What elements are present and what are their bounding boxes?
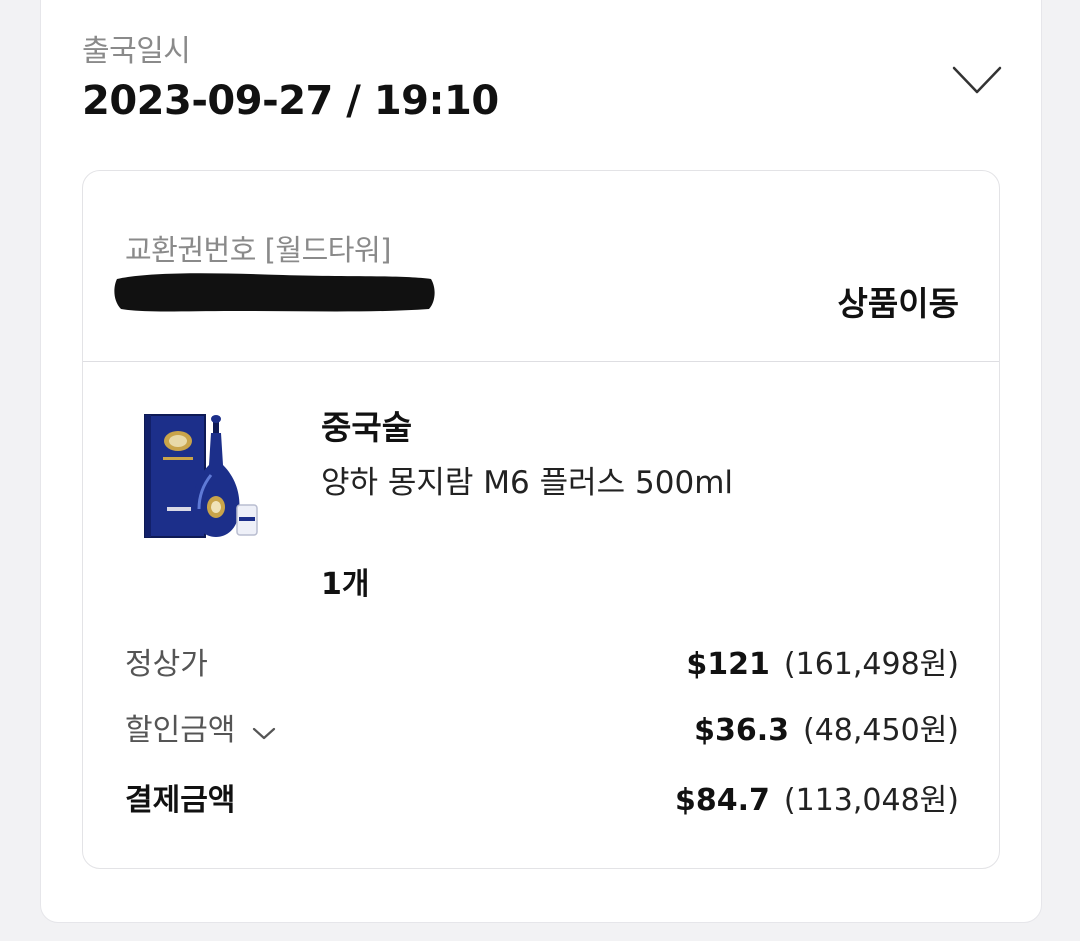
chevron-down-icon[interactable] xyxy=(251,714,277,749)
departure-datetime: 2023-09-27 / 19:10 xyxy=(82,78,499,124)
discount-usd: $36.3 xyxy=(694,713,790,748)
discount-krw: (48,450원) xyxy=(803,713,959,748)
product-thumbnail xyxy=(137,409,265,547)
regular-price-krw: (161,498원) xyxy=(783,647,959,682)
discount-label: 할인금액 xyxy=(125,713,236,748)
product-category: 중국술 xyxy=(321,408,413,447)
chevron-down-icon[interactable] xyxy=(950,60,1004,100)
product-name: 양하 몽지람 M6 플러스 500ml xyxy=(321,465,734,501)
total-krw: (113,048원) xyxy=(783,783,959,818)
regular-price-usd: $121 xyxy=(686,647,770,682)
divider xyxy=(83,361,999,362)
discount-row: 할인금액 $36.3 (48,450원) xyxy=(125,705,959,749)
departure-label: 출국일시 xyxy=(82,34,191,69)
total-label: 결제금액 xyxy=(125,783,236,818)
voucher-number-label: 교환권번호 [월드타워] xyxy=(125,233,391,267)
regular-price-row: 정상가 $121 (161,498원) xyxy=(125,639,959,683)
redacted-voucher-number xyxy=(113,269,437,315)
product-quantity: 1개 xyxy=(321,567,370,602)
discount-label-group[interactable]: 할인금액 xyxy=(125,705,277,749)
regular-price-label: 정상가 xyxy=(125,647,208,682)
total-usd: $84.7 xyxy=(675,783,770,818)
move-product-button[interactable]: 상품이동 xyxy=(838,277,959,325)
voucher-card: 교환권번호 [월드타워] 상품이동 중국술 양하 몽지람 M6 플러스 500m… xyxy=(82,170,1000,869)
total-row: 결제금액 $84.7 (113,048원) xyxy=(125,775,959,819)
